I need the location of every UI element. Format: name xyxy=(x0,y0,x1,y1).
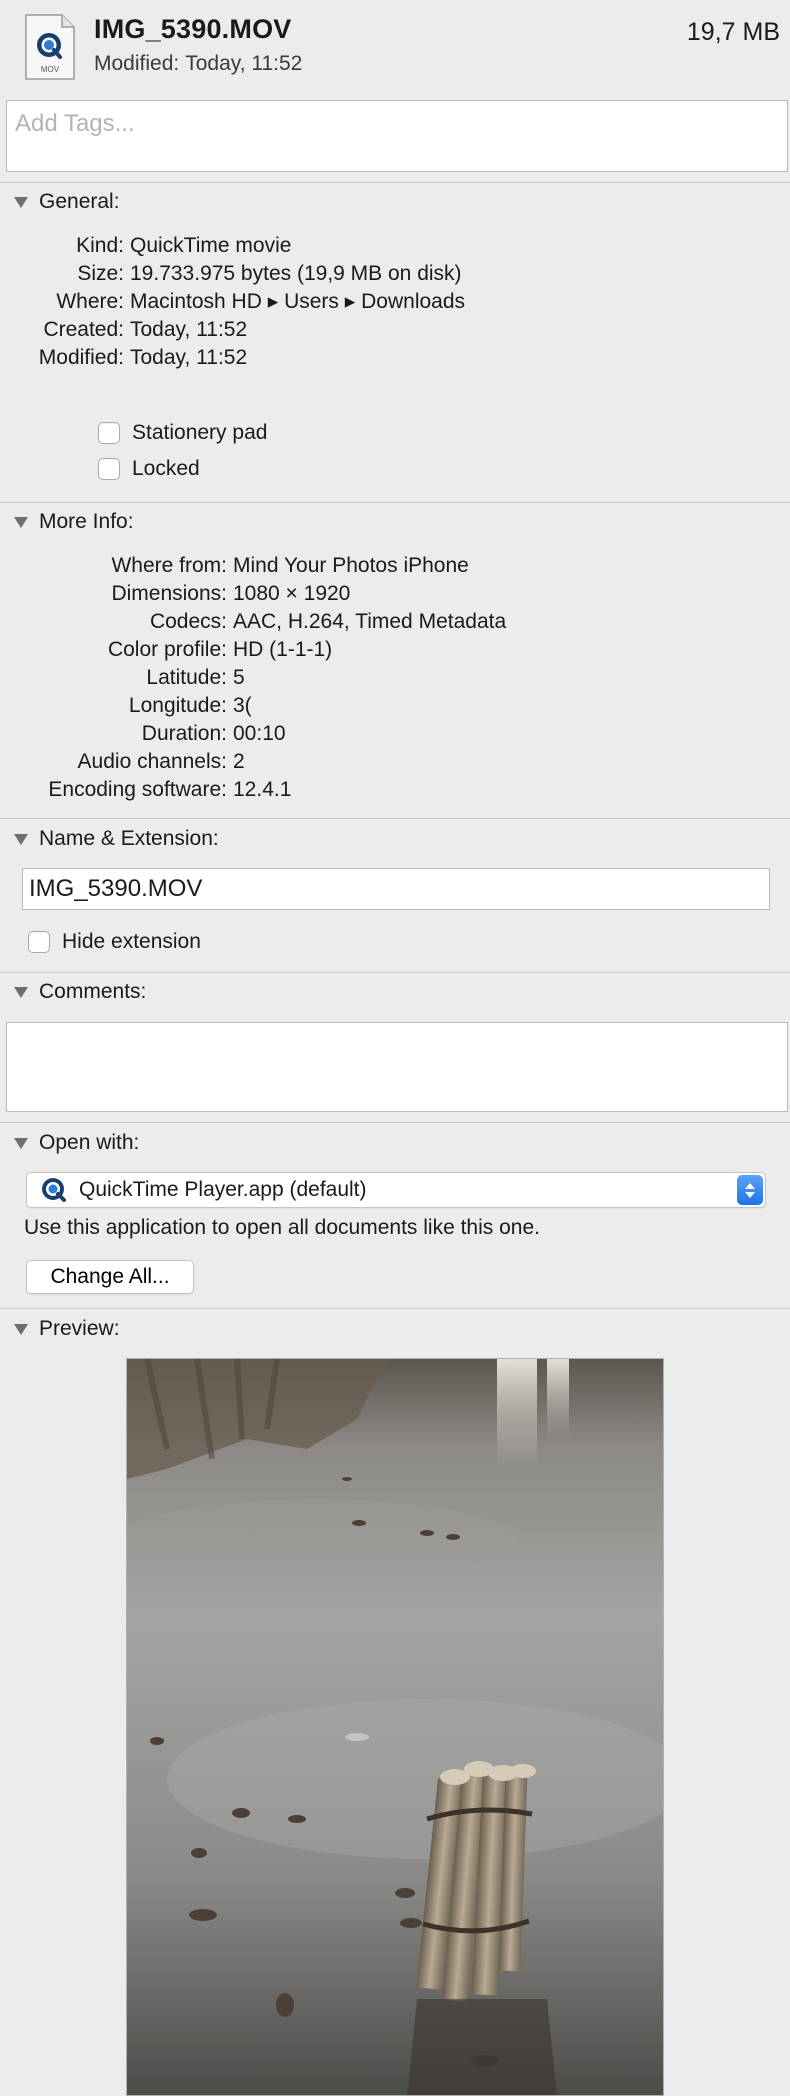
more-info-section-toggle[interactable]: More Info: xyxy=(14,510,134,534)
info-row: Where: Macintosh HD ▸ Users ▸ Downloads xyxy=(0,288,790,316)
info-row-key: Modified: xyxy=(38,346,124,369)
info-row-value: 3( xyxy=(233,694,252,717)
info-row: Longitude: 3( xyxy=(0,692,790,720)
info-row: Codecs: AAC, H.264, Timed Metadata xyxy=(0,608,790,636)
info-row-key: Latitude: xyxy=(146,666,227,689)
info-row: Latitude: 5 xyxy=(0,664,790,692)
comments-textarea[interactable] xyxy=(6,1022,788,1112)
video-preview-image xyxy=(126,1358,664,2096)
disclosure-triangle-icon[interactable] xyxy=(14,1137,28,1149)
divider xyxy=(0,818,790,819)
file-name-input[interactable]: IMG_5390.MOV xyxy=(22,868,770,910)
quicktime-icon xyxy=(42,1178,66,1202)
info-row-key: Where: xyxy=(56,290,124,313)
info-row-value: Macintosh HD ▸ Users ▸ Downloads xyxy=(130,290,466,313)
info-row: Kind: QuickTime movie xyxy=(0,232,790,260)
file-name: IMG_5390.MOV xyxy=(94,14,292,44)
divider xyxy=(0,502,790,503)
divider xyxy=(0,972,790,973)
locked-label: Locked xyxy=(132,457,200,480)
info-row: Color profile: HD (1-1-1) xyxy=(0,636,790,664)
chevron-down-icon xyxy=(745,1191,755,1198)
open-with-popup[interactable]: QuickTime Player.app (default) xyxy=(26,1172,766,1208)
info-row-value: 5 xyxy=(233,666,245,689)
general-section-title: General: xyxy=(39,190,120,213)
info-row: Created: Today, 11:52 xyxy=(0,316,790,344)
preview-pond-image xyxy=(127,1359,663,2095)
info-row-key: Kind: xyxy=(76,234,124,257)
change-all-button[interactable]: Change All... xyxy=(26,1260,194,1294)
info-row: Size: 19.733.975 bytes (19,9 MB on disk) xyxy=(0,260,790,288)
info-row-key: Codecs: xyxy=(149,610,227,633)
info-row-key: Color profile: xyxy=(107,638,227,661)
hide-extension-label: Hide extension xyxy=(62,930,201,953)
open-with-app-label: QuickTime Player.app (default) xyxy=(79,1178,367,1201)
open-with-section-toggle[interactable]: Open with: xyxy=(14,1131,139,1155)
comments-section-toggle[interactable]: Comments: xyxy=(14,980,146,1004)
stationery-pad-checkbox[interactable]: Stationery pad xyxy=(98,421,267,445)
comments-section-title: Comments: xyxy=(39,980,147,1003)
divider xyxy=(0,182,790,183)
divider xyxy=(0,1122,790,1123)
info-row-key: Encoding software: xyxy=(48,778,227,801)
info-row-key: Size: xyxy=(77,262,124,285)
info-row-value: 12.4.1 xyxy=(233,778,292,801)
info-row-key: Created: xyxy=(43,318,124,341)
info-row-value: 19.733.975 bytes (19,9 MB on disk) xyxy=(130,262,462,285)
stationery-pad-label: Stationery pad xyxy=(132,421,268,444)
modified-line: Modified: Today, 11:52 xyxy=(94,52,302,76)
more-info-section-title: More Info: xyxy=(39,510,134,533)
modified-label: Modified: xyxy=(94,52,180,75)
file-size: 19,7 MB xyxy=(686,18,780,46)
file-header: MOV IMG_5390.MOV 19,7 MB Modified: Today,… xyxy=(0,0,790,90)
info-row-value: AAC, H.264, Timed Metadata xyxy=(233,610,507,633)
info-row: Dimensions: 1080 × 1920 xyxy=(0,580,790,608)
info-row-key: Audio channels: xyxy=(77,750,227,773)
tags-field[interactable] xyxy=(6,100,788,172)
general-section-toggle[interactable]: General: xyxy=(14,190,120,214)
info-row-value: Today, 11:52 xyxy=(130,346,248,369)
info-row-value: HD (1-1-1) xyxy=(233,638,333,661)
disclosure-triangle-icon[interactable] xyxy=(14,986,28,998)
info-row: Duration: 00:10 xyxy=(0,720,790,748)
info-row-value: Mind Your Photos iPhone xyxy=(233,554,469,577)
open-with-description: Use this application to open all documen… xyxy=(24,1216,540,1239)
info-row-key: Where from: xyxy=(111,554,227,577)
disclosure-triangle-icon[interactable] xyxy=(14,196,28,208)
disclosure-triangle-icon[interactable] xyxy=(14,516,28,528)
disclosure-triangle-icon[interactable] xyxy=(14,833,28,845)
info-row: Encoding software: 12.4.1 xyxy=(0,776,790,804)
info-row-key: Dimensions: xyxy=(111,582,227,605)
disclosure-triangle-icon[interactable] xyxy=(14,1323,28,1335)
info-row: Audio channels: 2 xyxy=(0,748,790,776)
info-row-key: Longitude: xyxy=(128,694,227,717)
open-with-section-title: Open with: xyxy=(39,1131,140,1154)
preview-section-title: Preview: xyxy=(39,1317,120,1340)
info-row-value: 00:10 xyxy=(233,722,286,745)
modified-value: Today, 11:52 xyxy=(185,52,303,75)
checkbox-box[interactable] xyxy=(98,422,120,444)
info-row-value: 1080 × 1920 xyxy=(233,582,351,605)
checkbox-box[interactable] xyxy=(28,931,50,953)
info-row: Modified: Today, 11:52 xyxy=(0,344,790,372)
svg-text:MOV: MOV xyxy=(41,65,60,74)
divider xyxy=(0,1308,790,1309)
checkbox-box[interactable] xyxy=(98,458,120,480)
info-row-value: Today, 11:52 xyxy=(130,318,248,341)
info-row-key: Duration: xyxy=(141,722,227,745)
name-extension-section-title: Name & Extension: xyxy=(39,827,219,850)
hide-extension-checkbox[interactable]: Hide extension xyxy=(28,930,201,954)
info-row-value: QuickTime movie xyxy=(130,234,292,257)
info-row-value: 2 xyxy=(233,750,245,773)
chevron-up-icon xyxy=(745,1182,755,1189)
tags-input[interactable] xyxy=(7,101,787,171)
popup-stepper-icon[interactable] xyxy=(737,1175,763,1205)
info-row: Where from: Mind Your Photos iPhone xyxy=(0,552,790,580)
locked-checkbox[interactable]: Locked xyxy=(98,457,200,481)
mov-file-icon: MOV xyxy=(25,14,75,80)
name-extension-section-toggle[interactable]: Name & Extension: xyxy=(14,827,219,851)
preview-section-toggle[interactable]: Preview: xyxy=(14,1317,120,1341)
